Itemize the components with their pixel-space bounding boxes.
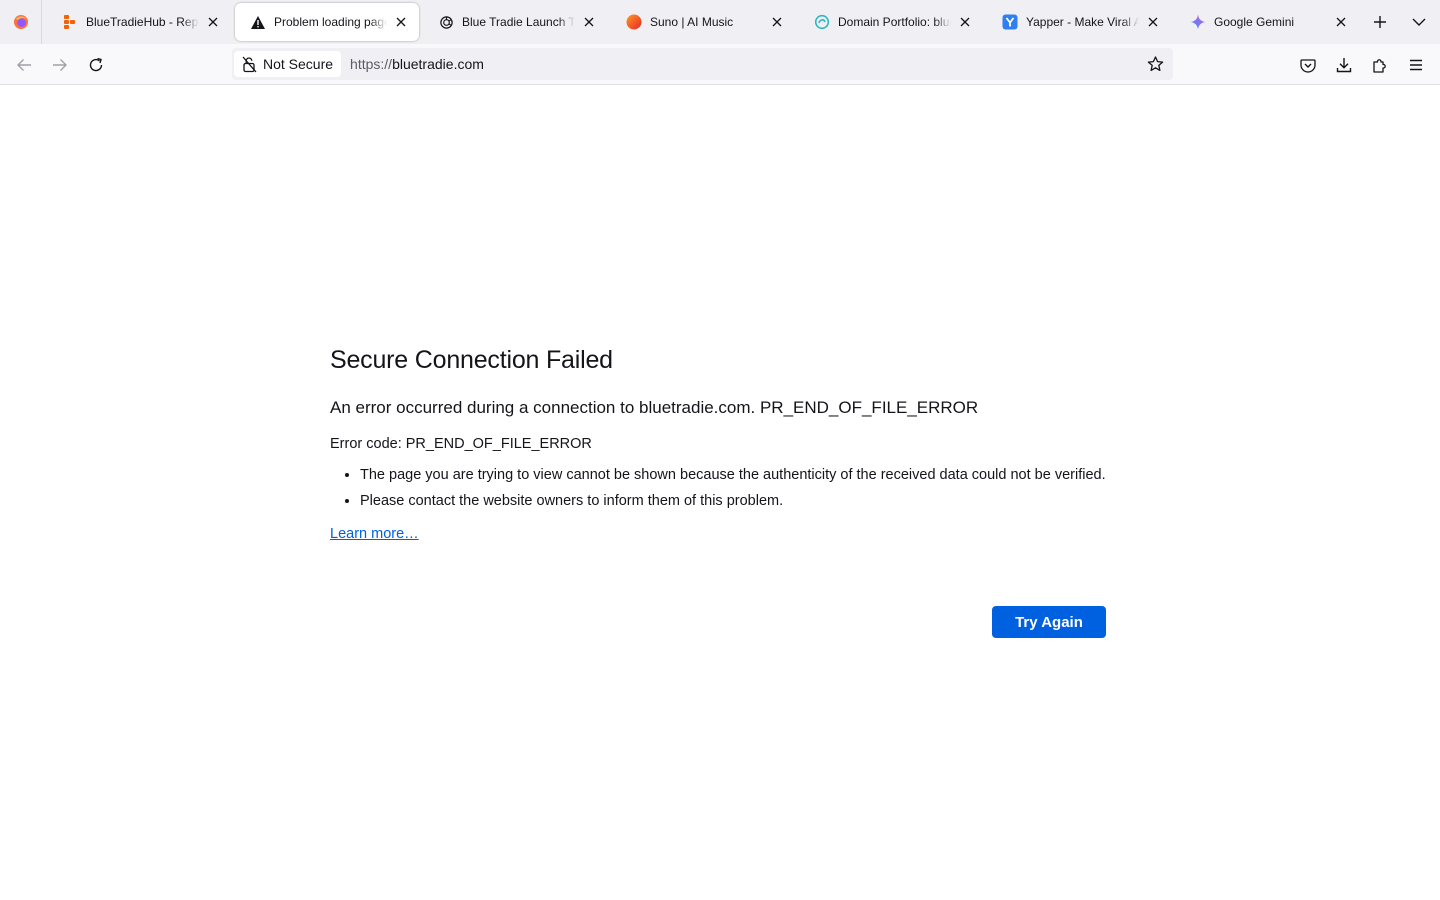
close-tab-icon[interactable]: [769, 14, 785, 30]
star-icon: [1147, 56, 1163, 72]
tab-title: Problem loading page: [274, 15, 387, 29]
url-text[interactable]: https://bluetradie.com: [350, 56, 484, 72]
close-tab-icon[interactable]: [393, 14, 409, 30]
suno-icon: [626, 14, 642, 30]
plus-icon: [1374, 16, 1386, 28]
tab-domain-portfolio[interactable]: Domain Portfolio: bluetradie: [799, 3, 983, 41]
tab-yapper[interactable]: Yapper - Make Viral AI Videos: [987, 3, 1171, 41]
close-tab-icon[interactable]: [1145, 14, 1161, 30]
tab-title: Yapper - Make Viral AI Videos: [1026, 15, 1139, 29]
tab-title: BlueTradieHub - Replit: [86, 15, 199, 29]
tab-strip: BlueTradieHub - Replit Problem loading p…: [0, 0, 1440, 44]
hamburger-menu-icon: [1410, 59, 1422, 71]
url-scheme: https://: [350, 56, 393, 72]
back-button[interactable]: [9, 50, 39, 80]
warning-icon: [250, 14, 266, 30]
tab-title: Domain Portfolio: bluetradie: [838, 15, 951, 29]
site-identity-button[interactable]: Not Secure: [234, 51, 342, 77]
reload-icon: [89, 57, 103, 72]
pocket-icon: [1300, 58, 1316, 73]
downloads-button[interactable]: [1329, 50, 1359, 80]
list-all-tabs-button[interactable]: [1405, 8, 1433, 36]
reload-button[interactable]: [81, 50, 111, 80]
forward-button[interactable]: [45, 50, 75, 80]
list-item: The page you are trying to view cannot b…: [360, 466, 1106, 485]
tab-suno-ai-music[interactable]: Suno | AI Music: [611, 3, 795, 41]
close-tab-icon[interactable]: [581, 14, 597, 30]
error-description: An error occurred during a connection to…: [330, 398, 979, 417]
tab-title: Suno | AI Music: [650, 15, 734, 29]
chevron-down-icon: [1412, 18, 1426, 26]
close-tab-icon[interactable]: [205, 14, 221, 30]
url-bar[interactable]: Not Secure https://bluetradie.com: [232, 48, 1173, 80]
url-host: bluetradie.com: [392, 56, 484, 72]
error-page: Secure Connection Failed An error occurr…: [330, 338, 1106, 543]
firefox-view-button[interactable]: [0, 0, 42, 44]
tab-bluetradiehub-replit[interactable]: BlueTradieHub - Replit: [47, 3, 231, 41]
yapper-icon: [1002, 14, 1018, 30]
close-tab-icon[interactable]: [957, 14, 973, 30]
download-icon: [1336, 58, 1352, 73]
tab-title: Google Gemini: [1214, 15, 1295, 29]
bookmark-star-button[interactable]: [1143, 52, 1167, 76]
app-menu-button[interactable]: [1401, 50, 1431, 80]
firefox-icon: [13, 15, 28, 29]
new-tab-button[interactable]: [1366, 8, 1394, 36]
gemini-icon: [1190, 14, 1206, 30]
close-tab-icon[interactable]: [1333, 14, 1349, 30]
tab-google-gemini[interactable]: Google Gemini: [1175, 3, 1359, 41]
puzzle-icon: [1373, 59, 1386, 73]
tab-problem-loading-page[interactable]: Problem loading page: [235, 3, 419, 41]
arrow-left-icon: [17, 59, 31, 71]
navigation-toolbar: Not Secure https://bluetradie.com: [0, 44, 1440, 85]
tab-title: Blue Tradie Launch Thread: [462, 15, 575, 29]
tab-blue-tradie-launch-thread[interactable]: Blue Tradie Launch Thread: [423, 3, 607, 41]
extensions-button[interactable]: [1365, 50, 1395, 80]
list-item: Please contact the website owners to inf…: [360, 492, 1106, 511]
learn-more-link[interactable]: Learn more…: [330, 526, 419, 542]
error-advice-list: The page you are trying to view cannot b…: [360, 466, 1106, 511]
not-secure-label: Not Secure: [263, 56, 334, 72]
error-title: Secure Connection Failed: [330, 346, 613, 374]
pocket-button[interactable]: [1293, 50, 1323, 80]
arrow-right-icon: [53, 59, 67, 71]
domain-portfolio-icon: [814, 14, 830, 30]
openai-icon: [438, 14, 454, 30]
replit-icon: [62, 14, 78, 30]
try-again-button[interactable]: Try Again: [992, 606, 1106, 638]
error-code: Error code: PR_END_OF_FILE_ERROR: [330, 436, 592, 452]
insecure-lock-icon: [242, 56, 257, 72]
